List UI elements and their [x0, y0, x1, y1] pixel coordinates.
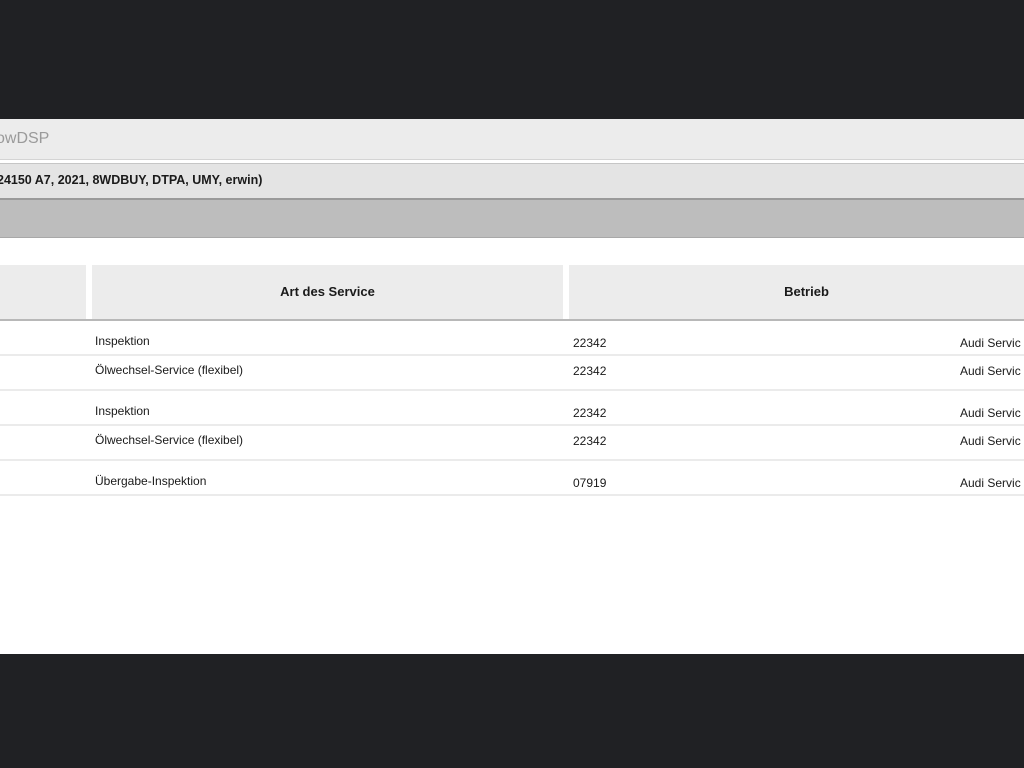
table-row[interactable]: Ölwechsel-Service (flexibel) 22342 Audi …: [0, 426, 1024, 461]
table-row[interactable]: Übergabe-Inspektion 07919 Audi Servic: [0, 461, 1024, 496]
vehicle-info-bar: 24150 A7, 2021, 8WDBUY, DTPA, UMY, erwin…: [0, 163, 1024, 200]
service-history-table: Art des Service Betrieb Inspektion 22342…: [0, 265, 1024, 496]
betrieb-name-cell: Audi Servic: [960, 476, 1021, 490]
service-type-cell: Übergabe-Inspektion: [95, 474, 207, 488]
toolbar: [0, 200, 1024, 238]
vehicle-info: 24150 A7, 2021, 8WDBUY, DTPA, UMY, erwin…: [0, 173, 263, 187]
betrieb-code-cell: 07919: [573, 476, 607, 490]
betrieb-code-cell: 22342: [573, 336, 607, 350]
column-header-betrieb[interactable]: Betrieb: [569, 265, 1024, 319]
betrieb-code-cell: 22342: [573, 406, 607, 420]
window-title: owDSP: [0, 130, 50, 147]
service-type-cell: Inspektion: [95, 334, 150, 348]
betrieb-code-cell: 22342: [573, 434, 607, 448]
betrieb-name-cell: Audi Servic: [960, 434, 1021, 448]
table-row[interactable]: Inspektion 22342 Audi Servic: [0, 321, 1024, 356]
column-header-first[interactable]: [0, 265, 89, 319]
column-header-service-type[interactable]: Art des Service: [92, 265, 566, 319]
application-window: owDSP 24150 A7, 2021, 8WDBUY, DTPA, UMY,…: [0, 119, 1024, 654]
betrieb-name-cell: Audi Servic: [960, 336, 1021, 350]
service-type-cell: Ölwechsel-Service (flexibel): [95, 433, 244, 447]
table-row[interactable]: Inspektion 22342 Audi Servic: [0, 391, 1024, 426]
betrieb-code-cell: 22342: [573, 364, 607, 378]
table-header: Art des Service Betrieb: [0, 265, 1024, 321]
betrieb-name-cell: Audi Servic: [960, 406, 1021, 420]
table-row[interactable]: Ölwechsel-Service (flexibel) 22342 Audi …: [0, 356, 1024, 391]
service-type-cell: Inspektion: [95, 404, 150, 418]
service-type-cell: Ölwechsel-Service (flexibel): [95, 363, 244, 377]
betrieb-name-cell: Audi Servic: [960, 364, 1021, 378]
title-bar: owDSP: [0, 119, 1024, 160]
